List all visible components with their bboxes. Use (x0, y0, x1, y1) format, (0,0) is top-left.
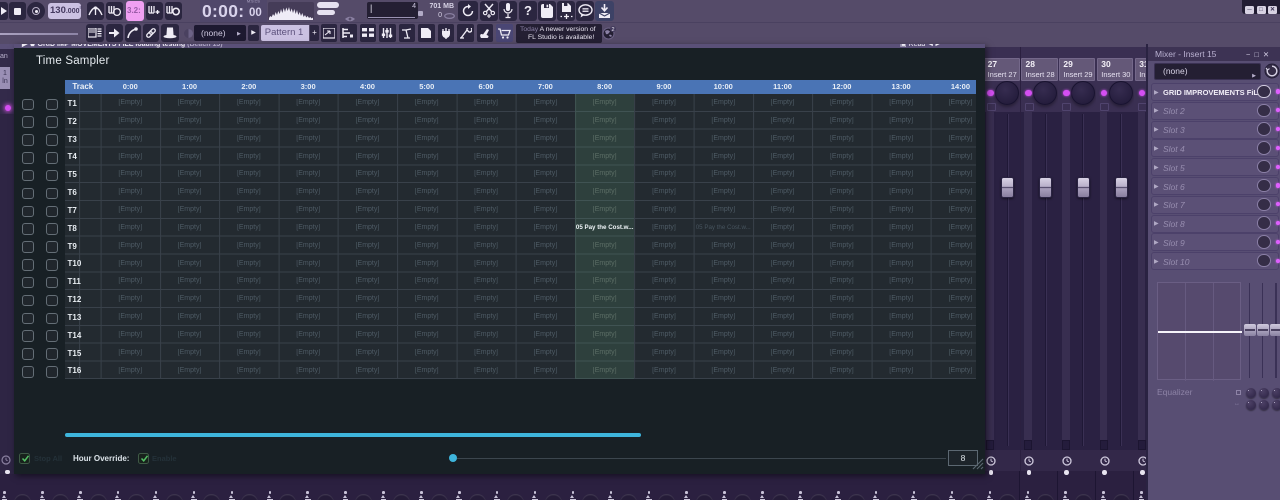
svg-text:2: 2 (611, 27, 614, 33)
